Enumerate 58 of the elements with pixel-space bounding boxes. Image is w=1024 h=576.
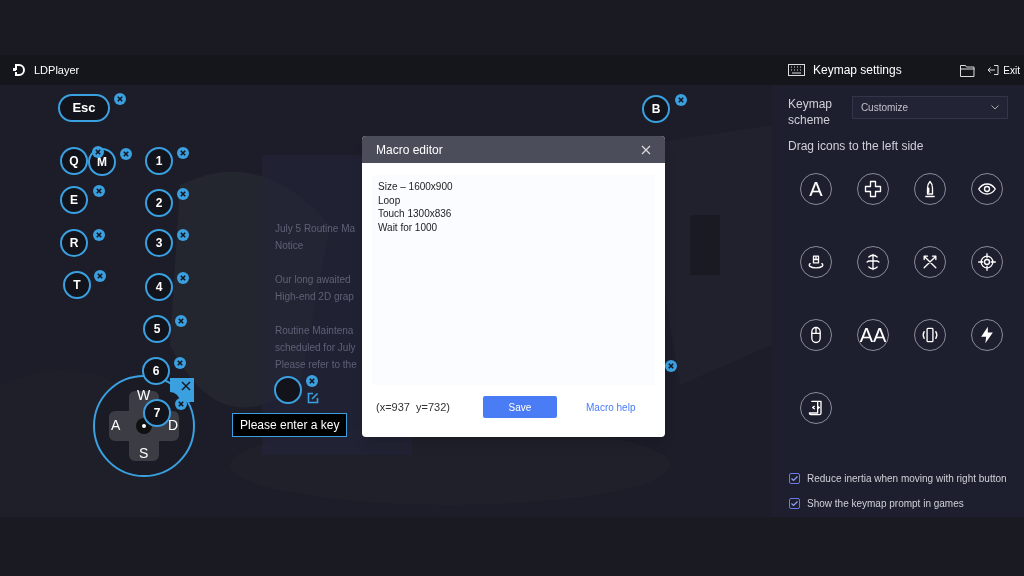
script-line: Size – 1600x900: [378, 180, 454, 194]
remove-icon[interactable]: [175, 315, 187, 327]
remove-icon[interactable]: [306, 375, 318, 387]
remove-icon[interactable]: [175, 398, 187, 410]
folder-icon[interactable]: [960, 63, 976, 77]
scheme-dropdown[interactable]: Customize: [851, 96, 1008, 119]
chevron-icon: [991, 105, 999, 110]
notice-text: July 5 Routine Ma: [275, 222, 356, 236]
option-label: Reduce inertia when moving with right button: [807, 472, 1007, 486]
script-line: Wait for 1000: [378, 220, 439, 234]
direction-key: S: [139, 443, 149, 464]
script-line: Loop: [378, 193, 402, 207]
macro-help-link[interactable]: Macro help: [586, 399, 636, 415]
remove-icon[interactable]: [114, 93, 126, 105]
macro-script-field[interactable]: Size – 1600x900 Loop Touch 1300x836 Wait for 1000: [372, 175, 655, 385]
notice-text: Our long awaited: [275, 273, 351, 287]
dialog-title: Macro editor: [376, 141, 443, 159]
checkbox[interactable]: [789, 498, 800, 509]
remove-icon[interactable]: [93, 229, 105, 241]
coordinates-text: (x=937 y=732): [376, 399, 451, 415]
keyboard-icon: [788, 64, 805, 76]
checkbox[interactable]: [789, 473, 800, 484]
direction-key: A: [111, 415, 121, 436]
remove-icon[interactable]: [665, 360, 677, 372]
remove-icon[interactable]: [120, 148, 132, 160]
key-tooltip: Please enter a key: [232, 413, 348, 437]
exit-button[interactable]: Exit: [987, 62, 1020, 78]
close-icon[interactable]: [641, 144, 651, 155]
option-label: Show the keymap prompt in games: [807, 497, 964, 511]
remove-icon[interactable]: [174, 357, 186, 369]
remove-icon[interactable]: [675, 94, 687, 106]
script-line: Touch 1300x836: [378, 207, 453, 221]
close-tab-icon[interactable]: [170, 378, 194, 402]
key-button[interactable]: Esc: [58, 94, 110, 122]
remove-icon[interactable]: [94, 270, 106, 282]
window-title: LDPlayer: [34, 62, 80, 78]
remove-icon[interactable]: [177, 229, 189, 241]
notice-text: Please refer to the: [275, 358, 357, 372]
crosshair-icon: [977, 252, 997, 272]
remove-icon[interactable]: [177, 147, 189, 159]
scheme-label: Keymap scheme: [788, 96, 834, 128]
remove-icon[interactable]: [92, 146, 104, 158]
notice-text: Routine Maintena: [275, 324, 354, 338]
remove-icon[interactable]: [93, 185, 105, 197]
notice-text: Notice: [275, 239, 304, 253]
notice-text: High-end 2D grap: [275, 290, 354, 304]
logo-icon: [12, 63, 26, 77]
save-button[interactable]: Save: [483, 396, 557, 418]
edit-icon[interactable]: [307, 392, 319, 404]
remove-icon[interactable]: [177, 188, 189, 200]
cross-icon: [863, 179, 883, 199]
remove-icon[interactable]: [177, 272, 189, 284]
notice-text: scheduled for July: [275, 341, 356, 355]
direction-key: D: [168, 415, 179, 436]
exit-icon: [987, 64, 1000, 76]
panel-title: Keymap settings: [813, 62, 902, 79]
hint-text: Drag icons to the left side: [787, 138, 925, 155]
phone-shake-icon: [920, 325, 940, 345]
